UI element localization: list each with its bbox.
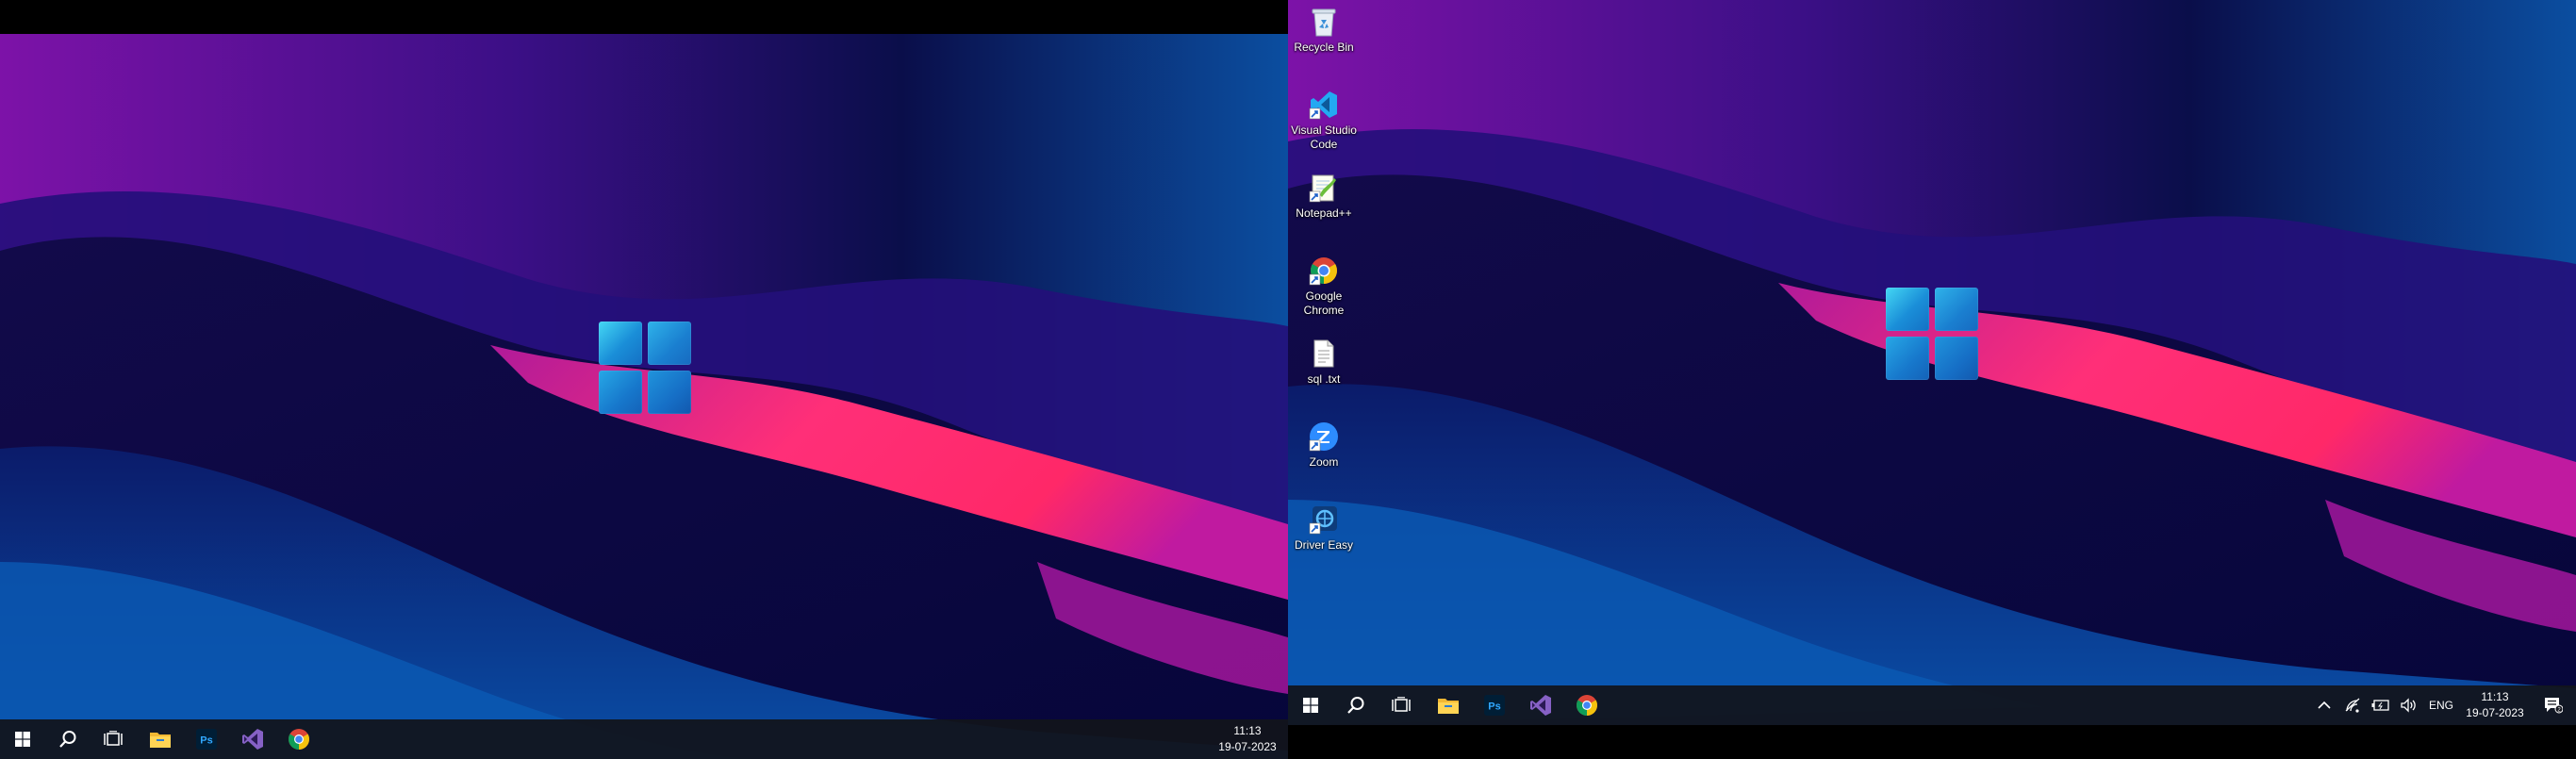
windows-logo-pane xyxy=(1935,337,1978,380)
photoshop-label: Ps xyxy=(200,735,212,747)
desktop-icon-recycle-bin[interactable]: Recycle Bin xyxy=(1288,6,1360,55)
chrome-button[interactable] xyxy=(276,719,322,759)
desktop-icon-label: Recycle Bin xyxy=(1294,41,1354,54)
taskbar: Ps 11:13 19-07-2023 xyxy=(0,719,1288,759)
notepad-plus-plus-icon xyxy=(1309,174,1336,203)
notification-icon: 2 xyxy=(2545,698,2563,714)
visual-studio-button[interactable] xyxy=(1518,685,1563,725)
start-button[interactable] xyxy=(1288,685,1333,725)
windows-logo-wallpaper xyxy=(1886,288,1978,380)
action-center-button[interactable]: 2 xyxy=(2535,685,2572,725)
desktop-icon-label: Driver Easy xyxy=(1294,538,1353,552)
windows-logo-pane xyxy=(599,322,642,365)
file-explorer-button[interactable] xyxy=(1426,685,1471,725)
input-language-button[interactable]: ENG xyxy=(2424,685,2458,725)
zoom-icon xyxy=(1309,422,1338,452)
language-label: ENG xyxy=(2428,699,2453,712)
chevron-up-icon xyxy=(2318,701,2331,709)
photoshop-button[interactable]: Ps xyxy=(184,719,229,759)
taskbar: Ps ENG 11:13 19-07-2023 2 xyxy=(1288,685,2576,725)
left-monitor: Ps 11:13 19-07-2023 xyxy=(0,34,1288,759)
search-button[interactable] xyxy=(45,719,91,759)
visual-studio-button[interactable] xyxy=(230,719,275,759)
clock-time: 11:13 xyxy=(2481,690,2509,703)
start-button[interactable] xyxy=(0,719,45,759)
windows-logo-pane xyxy=(599,371,642,414)
desktop-icon-zoom[interactable]: Zoom xyxy=(1288,421,1360,470)
chrome-button[interactable] xyxy=(1564,685,1610,725)
visual-studio-icon xyxy=(242,729,263,750)
text-file-icon xyxy=(1313,339,1334,368)
desktop-icon-label: Visual Studio Code xyxy=(1291,124,1357,151)
network-icon xyxy=(2345,698,2360,713)
clock-time: 11:13 xyxy=(1233,724,1262,737)
desktop-icon-label: Google Chrome xyxy=(1303,289,1345,317)
desktop-icon-google-chrome[interactable]: Google Chrome xyxy=(1288,255,1360,318)
file-explorer-icon xyxy=(150,733,171,748)
chrome-icon xyxy=(1577,695,1597,716)
photoshop-label: Ps xyxy=(1488,701,1500,713)
task-view-icon xyxy=(104,731,123,746)
clock-date: 19-07-2023 xyxy=(2466,706,2524,719)
task-view-button[interactable] xyxy=(91,719,136,759)
desktop-icon-notepad-plus-plus[interactable]: Notepad++ xyxy=(1288,172,1360,221)
battery-icon xyxy=(2371,700,2389,711)
taskbar-clock[interactable]: 11:13 19-07-2023 xyxy=(1209,719,1286,759)
chrome-icon xyxy=(1309,257,1337,286)
file-explorer-icon xyxy=(1438,699,1459,714)
photoshop-icon: Ps xyxy=(1484,695,1505,716)
search-icon xyxy=(1347,697,1364,714)
volume-button[interactable] xyxy=(2395,685,2423,725)
desktop-icon-label: sql .txt xyxy=(1307,372,1341,386)
desktop-icon-label: Zoom xyxy=(1309,455,1339,469)
chrome-icon xyxy=(289,729,309,750)
network-button[interactable] xyxy=(2338,685,2367,725)
windows-logo-pane xyxy=(1886,337,1929,380)
desktop-icon-vscode[interactable]: Visual Studio Code xyxy=(1288,89,1360,152)
desktop-icon-label: Notepad++ xyxy=(1296,206,1352,220)
photoshop-icon: Ps xyxy=(196,729,217,750)
windows-logo-pane xyxy=(1935,288,1978,331)
search-icon xyxy=(59,731,76,748)
search-button[interactable] xyxy=(1333,685,1379,725)
windows-logo-pane xyxy=(648,322,691,365)
task-view-icon xyxy=(1392,697,1411,712)
task-view-button[interactable] xyxy=(1379,685,1424,725)
photoshop-button[interactable]: Ps xyxy=(1472,685,1517,725)
desktop-icon-sql-txt[interactable]: sql .txt xyxy=(1288,338,1360,387)
volume-icon xyxy=(2401,698,2416,713)
visual-studio-icon xyxy=(1530,695,1551,716)
windows-icon xyxy=(15,732,30,747)
show-hidden-icons-button[interactable] xyxy=(2310,685,2338,725)
battery-button[interactable] xyxy=(2367,685,2395,725)
windows-icon xyxy=(1303,698,1318,713)
file-explorer-button[interactable] xyxy=(138,719,183,759)
windows-logo-pane xyxy=(648,371,691,414)
vscode-icon xyxy=(1309,91,1337,120)
taskbar-clock[interactable]: 11:13 19-07-2023 xyxy=(2460,685,2530,725)
recycle-bin-icon xyxy=(1312,8,1336,37)
driver-easy-icon xyxy=(1309,506,1337,535)
windows-logo-wallpaper xyxy=(599,322,691,414)
desktop-icon-driver-easy[interactable]: Driver Easy xyxy=(1288,503,1360,553)
windows-logo-pane xyxy=(1886,288,1929,331)
clock-date: 19-07-2023 xyxy=(1218,740,1277,753)
right-monitor: Recycle Bin Visual Studio Code Notepad++ xyxy=(1288,0,2576,725)
